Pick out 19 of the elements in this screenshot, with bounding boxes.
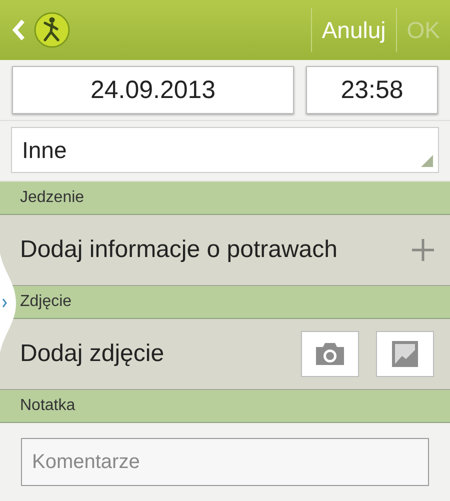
comment-field[interactable]: Komentarze bbox=[21, 438, 429, 486]
side-handle[interactable] bbox=[0, 253, 16, 353]
date-field[interactable]: 24.09.2013 bbox=[12, 66, 294, 114]
image-icon bbox=[392, 341, 418, 367]
time-field[interactable]: 23:58 bbox=[306, 66, 438, 114]
camera-icon bbox=[314, 342, 346, 366]
section-header: Notatka bbox=[20, 397, 76, 415]
section-header: Jedzenie bbox=[20, 189, 84, 207]
row-label: Dodaj informacje o potrawach bbox=[20, 236, 338, 264]
plus-icon[interactable] bbox=[412, 239, 434, 261]
dropdown-corner-icon bbox=[421, 155, 433, 167]
section-header: Zdjęcie bbox=[20, 293, 72, 311]
category-dropdown[interactable]: Inne bbox=[11, 127, 439, 173]
camera-button[interactable] bbox=[301, 331, 359, 377]
add-food-row[interactable]: Dodaj informacje o potrawach bbox=[0, 215, 450, 286]
row-label: Dodaj zdjęcie bbox=[20, 340, 164, 368]
back-icon[interactable] bbox=[12, 19, 26, 41]
walker-icon bbox=[34, 12, 70, 48]
gallery-button[interactable] bbox=[376, 331, 434, 377]
